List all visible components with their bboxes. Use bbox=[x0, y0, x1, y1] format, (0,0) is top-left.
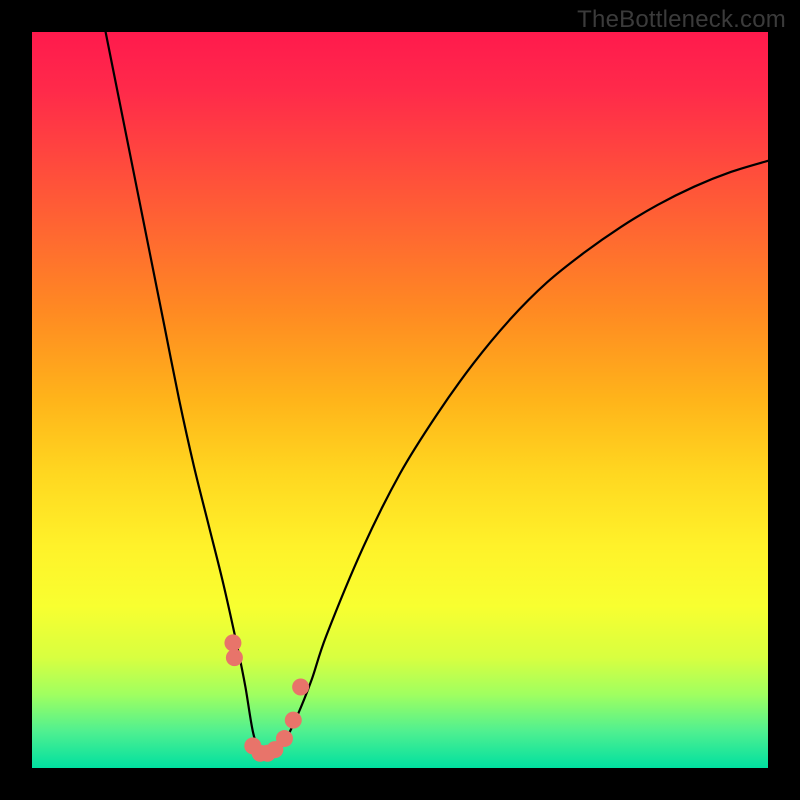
bottleneck-curve bbox=[106, 32, 768, 755]
plot-area bbox=[32, 32, 768, 768]
marker-group bbox=[224, 634, 309, 761]
marker-dot bbox=[276, 730, 293, 747]
watermark-text: TheBottleneck.com bbox=[577, 6, 786, 34]
curve-layer bbox=[32, 32, 768, 768]
marker-dot bbox=[224, 634, 241, 651]
marker-dot bbox=[285, 712, 302, 729]
marker-dot bbox=[226, 649, 243, 666]
marker-dot bbox=[292, 679, 309, 696]
chart-frame: TheBottleneck.com bbox=[0, 0, 800, 800]
